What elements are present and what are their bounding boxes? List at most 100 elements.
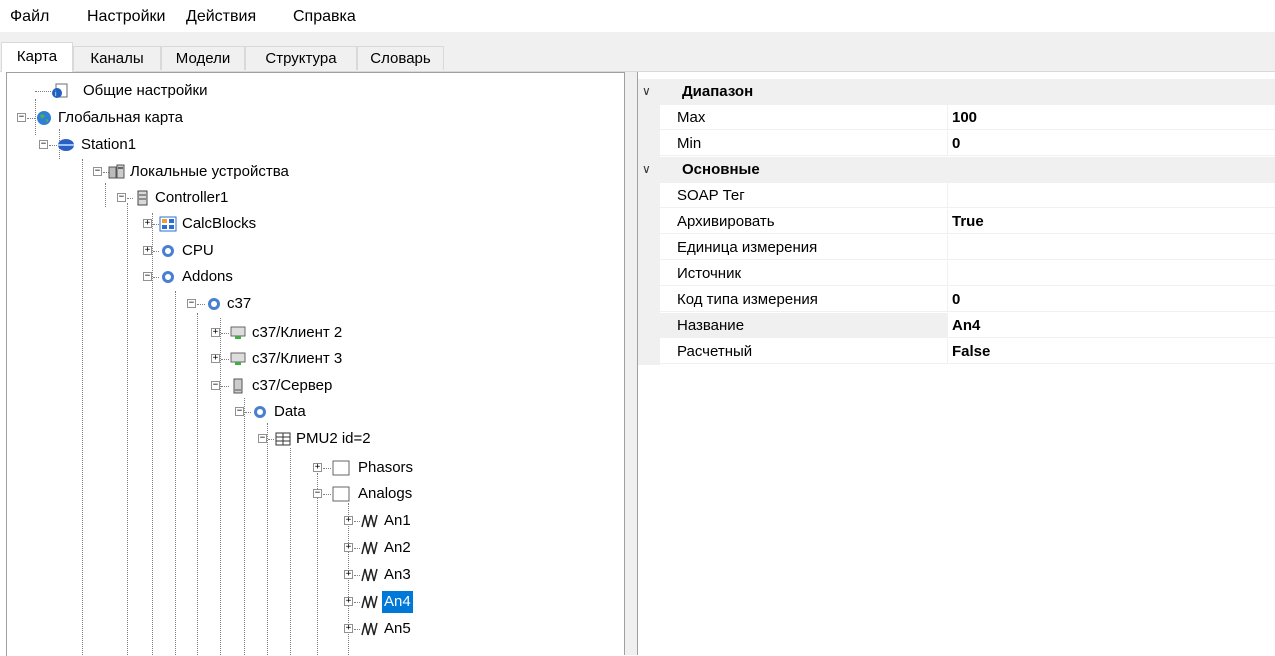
property-row-max[interactable]: Max 100 — [638, 105, 1275, 131]
tree-line — [354, 602, 360, 603]
collapse-icon[interactable]: − — [143, 272, 152, 281]
menu-file[interactable]: Файл — [10, 8, 49, 26]
collapse-icon[interactable]: − — [211, 381, 220, 390]
tab-dictionary[interactable]: Словарь — [357, 46, 444, 70]
pmu-icon — [275, 432, 291, 446]
tree-node-station[interactable]: − Station1 — [7, 134, 607, 156]
panel-splitter[interactable] — [624, 72, 638, 655]
tree-node-an4[interactable]: + An4 — [7, 591, 607, 613]
expand-icon[interactable]: + — [211, 328, 220, 337]
tree-node-an1[interactable]: + An1 — [7, 510, 607, 532]
expand-icon[interactable]: + — [344, 597, 353, 606]
property-value[interactable]: An4 — [948, 313, 1275, 338]
property-value[interactable] — [948, 261, 1275, 286]
expand-icon[interactable]: + — [344, 516, 353, 525]
tree-node-client2[interactable]: + c37/Клиент 2 — [7, 322, 607, 344]
tree-node-an3[interactable]: + An3 — [7, 564, 607, 586]
tree-line — [127, 198, 133, 199]
menu-actions[interactable]: Действия — [186, 8, 256, 26]
property-value[interactable] — [948, 183, 1275, 208]
tree-line — [354, 629, 360, 630]
property-value[interactable]: 100 — [948, 105, 1275, 130]
tree-node-server[interactable]: − c37/Сервер — [7, 375, 607, 397]
collapse-icon[interactable]: − — [235, 407, 244, 416]
tab-channels[interactable]: Каналы — [73, 46, 161, 70]
analog-signal-icon — [361, 595, 378, 609]
controller-icon — [137, 190, 148, 206]
tree-node-analogs[interactable]: − Analogs — [7, 483, 607, 505]
expand-icon[interactable]: + — [211, 354, 220, 363]
tree-label: An3 — [384, 566, 411, 583]
tree-label: Addons — [182, 268, 233, 285]
tree-node-an5[interactable]: + An5 — [7, 618, 607, 640]
property-row-calc[interactable]: Расчетный False — [638, 339, 1275, 365]
expand-icon[interactable]: + — [143, 219, 152, 228]
settings-doc-icon: i — [52, 83, 68, 98]
property-grid[interactable]: ∨ Диапазон Max 100 Min 0 ∨ Основные SOAP… — [638, 72, 1275, 655]
chevron-down-icon[interactable]: ∨ — [642, 162, 656, 176]
property-name: Код типа измерения — [660, 287, 948, 312]
collapse-icon[interactable]: − — [258, 434, 267, 443]
tree-label: Station1 — [81, 136, 137, 153]
tree-node-data[interactable]: − Data — [7, 401, 607, 423]
tree-node-calcblocks[interactable]: + CalcBlocks — [7, 213, 607, 235]
tree-panel[interactable]: i Общие настройки − Глобальная карта − S… — [6, 72, 625, 656]
collapse-icon[interactable]: − — [17, 113, 26, 122]
property-value[interactable]: 0 — [948, 287, 1275, 312]
expand-icon[interactable]: + — [344, 570, 353, 579]
tree-node-local-devices[interactable]: − Локальные устройства — [7, 161, 607, 183]
property-value[interactable]: 0 — [948, 131, 1275, 156]
tree-node-an2[interactable]: + An2 — [7, 537, 607, 559]
row-gutter — [638, 183, 660, 209]
property-row-soap[interactable]: SOAP Тег — [638, 183, 1275, 209]
tree-node-general-settings[interactable]: i Общие настройки — [7, 80, 607, 102]
collapse-icon[interactable]: − — [93, 167, 102, 176]
tab-models[interactable]: Модели — [161, 46, 245, 70]
tree-node-controller[interactable]: − Controller1 — [7, 187, 607, 209]
property-row-measure-code[interactable]: Код типа измерения 0 — [638, 287, 1275, 313]
property-row-archive[interactable]: Архивировать True — [638, 209, 1275, 235]
property-row-name[interactable]: Название An4 — [638, 313, 1275, 339]
tree-line — [221, 333, 229, 334]
property-name: Название — [660, 313, 948, 338]
collapse-icon[interactable]: − — [39, 140, 48, 149]
property-row-unit[interactable]: Единица измерения — [638, 235, 1275, 261]
tree-line — [27, 118, 35, 119]
analog-signal-icon — [361, 514, 378, 528]
tree-label: Общие настройки — [83, 82, 208, 99]
tree-node-phasors[interactable]: + Phasors — [7, 457, 607, 479]
property-name: Расчетный — [660, 339, 948, 364]
tab-structure[interactable]: Структура — [245, 46, 357, 70]
property-value[interactable]: True — [948, 209, 1275, 234]
expand-icon[interactable]: + — [313, 463, 322, 472]
property-row-source[interactable]: Источник — [638, 261, 1275, 287]
collapse-icon[interactable]: − — [313, 489, 322, 498]
tree-node-global-map[interactable]: − Глобальная карта — [7, 107, 607, 129]
tree-node-addons[interactable]: − Addons — [7, 266, 607, 288]
tree-node-c37[interactable]: − c37 — [7, 293, 607, 315]
tree-node-client3[interactable]: + c37/Клиент 3 — [7, 348, 607, 370]
expand-icon[interactable]: + — [143, 246, 152, 255]
property-name: Источник — [660, 261, 948, 286]
category-range[interactable]: ∨ Диапазон — [638, 79, 1275, 105]
tree-node-pmu[interactable]: − PMU2 id=2 — [7, 428, 607, 450]
expand-icon[interactable]: + — [344, 543, 353, 552]
tree-node-cpu[interactable]: + CPU — [7, 240, 607, 262]
category-main[interactable]: ∨ Основные — [638, 157, 1275, 183]
property-name: Max — [660, 105, 948, 130]
property-name: Архивировать — [660, 209, 948, 234]
chevron-down-icon[interactable]: ∨ — [642, 84, 656, 98]
globe-icon — [37, 111, 51, 125]
menu-settings[interactable]: Настройки — [87, 8, 165, 26]
menu-help[interactable]: Справка — [293, 8, 356, 26]
tab-map[interactable]: Карта — [1, 42, 73, 72]
expand-icon[interactable]: + — [344, 624, 353, 633]
tree-line — [323, 494, 331, 495]
folder-icon — [332, 486, 350, 502]
collapse-icon[interactable]: − — [117, 193, 126, 202]
property-row-min[interactable]: Min 0 — [638, 131, 1275, 157]
property-value[interactable] — [948, 235, 1275, 260]
tree-label: Data — [274, 403, 306, 420]
collapse-icon[interactable]: − — [187, 299, 196, 308]
property-value[interactable]: False — [948, 339, 1275, 364]
